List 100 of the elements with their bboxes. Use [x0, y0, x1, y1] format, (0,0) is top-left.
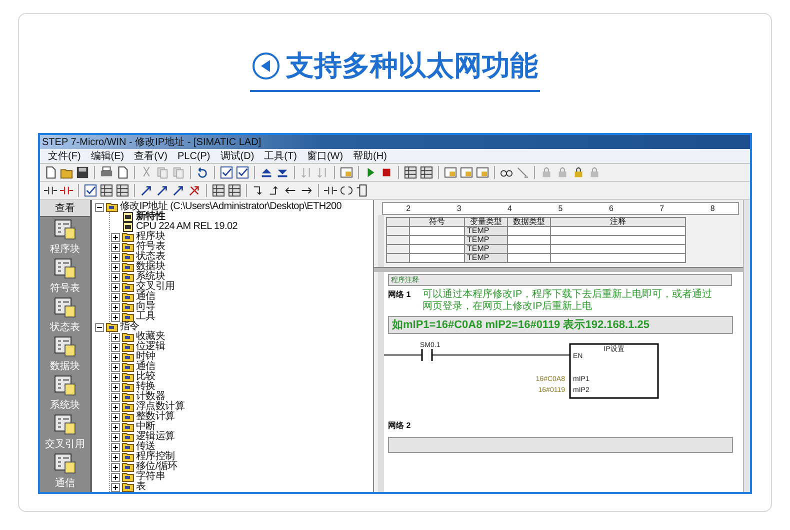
contact-icon[interactable]: [324, 184, 337, 197]
lock-icon[interactable]: [572, 166, 585, 179]
window-icon: [54, 256, 76, 278]
expand-icon[interactable]: [111, 342, 120, 352]
tree-item[interactable]: 向导: [136, 302, 156, 312]
tree-item[interactable]: 数据块: [136, 262, 166, 272]
check-icon[interactable]: [236, 166, 249, 179]
ruler-label: 5: [558, 204, 563, 212]
expand-icon[interactable]: [111, 472, 120, 482]
window-icon: [54, 452, 76, 474]
menu-item[interactable]: PLC(P): [177, 150, 210, 162]
tree-item[interactable]: 状态表: [136, 252, 166, 262]
tree-item[interactable]: 工具: [136, 312, 156, 322]
menu-item[interactable]: 查看(V): [134, 149, 168, 163]
menu-item[interactable]: 窗口(W): [306, 149, 344, 163]
tree-item[interactable]: CPU 224 AM REL 19.02: [136, 222, 238, 232]
folder-icon: [122, 482, 134, 492]
expand-icon[interactable]: [111, 382, 120, 392]
tree-item[interactable]: 通信: [136, 292, 156, 302]
folder-icon: [122, 342, 134, 352]
save-icon[interactable]: [76, 166, 89, 179]
stop-icon[interactable]: [380, 166, 393, 179]
menu-item[interactable]: 调试(D): [220, 149, 254, 163]
tree-item[interactable]: 程序块: [136, 232, 166, 242]
check-icon[interactable]: [220, 166, 233, 179]
collapse-icon[interactable]: [95, 202, 104, 212]
tree-item[interactable]: 移位/循环: [136, 462, 178, 472]
tree-item[interactable]: 符号表: [136, 242, 166, 252]
expand-icon[interactable]: [111, 332, 120, 342]
menu-item[interactable]: 编辑(E): [90, 149, 124, 163]
tree-item[interactable]: 收藏夹: [136, 332, 166, 342]
expand-icon[interactable]: [111, 232, 120, 242]
tree-item[interactable]: 计数器: [136, 392, 166, 402]
undo-icon[interactable]: [196, 166, 209, 179]
expand-icon[interactable]: [111, 282, 120, 292]
tree-item[interactable]: 浮点数计算: [136, 402, 185, 412]
tree-item[interactable]: 中断: [136, 422, 156, 432]
grid-icon[interactable]: [100, 184, 113, 197]
expand-icon[interactable]: [111, 432, 120, 442]
folder-icon: [122, 392, 134, 402]
expand-icon[interactable]: [111, 262, 120, 272]
ruler-label: 7: [660, 204, 664, 212]
print-icon[interactable]: [100, 166, 113, 179]
window-icon[interactable]: [340, 166, 353, 179]
tree-item[interactable]: 位逻辑: [136, 342, 166, 352]
expand-icon[interactable]: [111, 462, 120, 472]
expand-icon[interactable]: [111, 412, 120, 422]
new-file-icon[interactable]: [44, 166, 57, 179]
document-icon: [122, 212, 134, 222]
tree-item[interactable]: 新特性: [136, 212, 166, 222]
window-title: STEP 7-Micro/WIN - 修改IP地址 - [SIMATIC LAD]: [42, 136, 262, 149]
menu-item[interactable]: 帮助(H): [353, 149, 387, 163]
tree-item[interactable]: 通信: [136, 362, 156, 372]
expand-icon[interactable]: [111, 482, 120, 492]
collapse-icon[interactable]: [95, 322, 104, 332]
window-icon: [54, 296, 76, 318]
expand-icon[interactable]: [111, 452, 120, 462]
menu-item[interactable]: 文件(F): [48, 149, 81, 163]
expand-icon[interactable]: [111, 252, 120, 262]
tree-item[interactable]: 传送: [136, 442, 156, 452]
upload-icon[interactable]: [260, 166, 273, 179]
column-header: 变量类型: [464, 218, 508, 226]
folder-icon: [106, 322, 118, 332]
expand-icon[interactable]: [111, 302, 120, 312]
menu-item[interactable]: 工具(T): [264, 149, 297, 163]
tree-item[interactable]: 指令: [120, 322, 140, 332]
tree-item[interactable]: 比较: [136, 372, 156, 382]
folder-icon: [122, 462, 134, 472]
contact-icon[interactable]: [44, 184, 57, 197]
expand-icon[interactable]: [111, 352, 120, 362]
tree-item[interactable]: 整数计算: [136, 412, 175, 422]
column-header: 数据类型: [508, 218, 550, 226]
expand-icon[interactable]: [111, 242, 120, 252]
tree-item[interactable]: 表: [136, 482, 146, 492]
window-icon: [54, 218, 76, 240]
expand-icon[interactable]: [111, 362, 120, 372]
folder-icon: [122, 352, 134, 362]
tree-item[interactable]: 转换: [136, 382, 156, 392]
expand-icon[interactable]: [111, 442, 120, 452]
expand-icon[interactable]: [111, 312, 120, 322]
expand-icon[interactable]: [111, 272, 120, 282]
tree-item[interactable]: 逻辑运算: [136, 432, 175, 442]
box-icon[interactable]: [356, 184, 369, 197]
column-header: 符号: [410, 218, 464, 226]
scrollbar[interactable]: [743, 200, 750, 492]
tree-item[interactable]: 时钟: [136, 352, 156, 362]
ruler-label: 2: [406, 204, 411, 212]
tree-item[interactable]: 修改IP地址 (C:\Users\Administrator\Desktop\ETH200: [120, 202, 342, 212]
expand-icon[interactable]: [111, 402, 120, 412]
tree-item[interactable]: 系统块: [136, 272, 166, 282]
tree-item[interactable]: 程序控制: [136, 452, 175, 462]
tree-item[interactable]: 交叉引用: [136, 282, 175, 292]
folder-icon: [122, 452, 134, 462]
expand-icon[interactable]: [111, 392, 120, 402]
folder-icon: [122, 472, 134, 482]
tree-item[interactable]: 字符串: [136, 472, 166, 482]
grid-icon[interactable]: [116, 184, 129, 197]
expand-icon[interactable]: [111, 372, 120, 382]
expand-icon[interactable]: [111, 292, 120, 302]
expand-icon[interactable]: [111, 422, 120, 432]
